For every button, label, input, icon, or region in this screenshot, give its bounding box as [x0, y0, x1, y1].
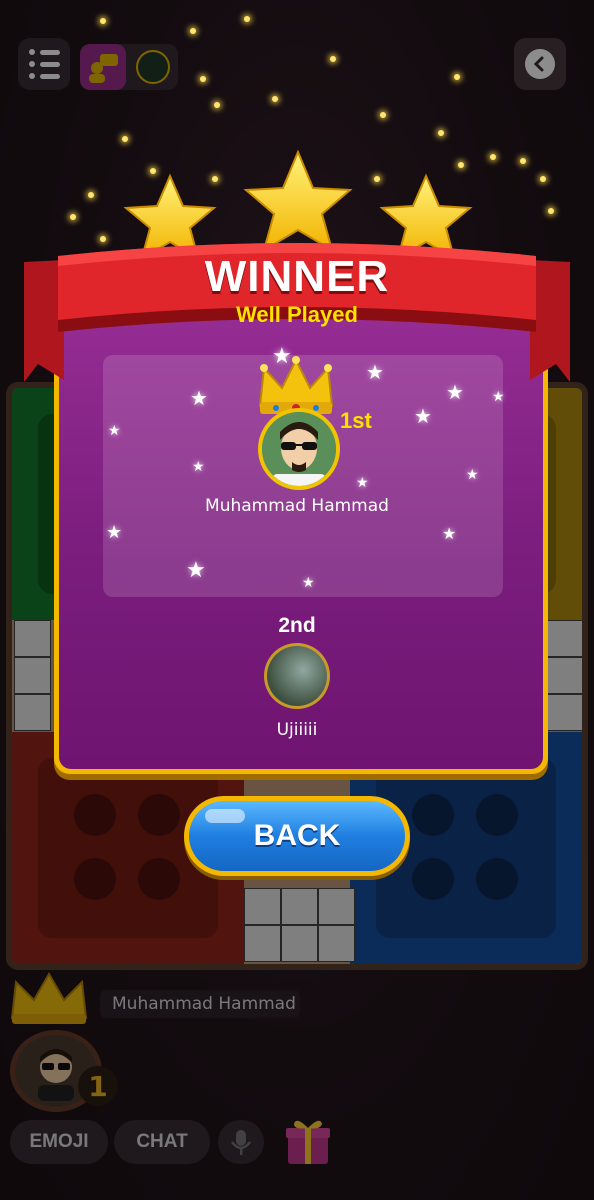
first-place-rank: 1st	[340, 408, 372, 433]
winner-subtitle: Well Played	[236, 302, 358, 327]
second-place-rank: 2nd	[278, 614, 316, 637]
second-place-avatar	[264, 643, 330, 709]
second-place-name: Ujiiiii	[276, 720, 318, 740]
first-place-name: Muhammad Hammad	[205, 496, 389, 516]
first-place-avatar	[258, 408, 340, 490]
back-button-label: BACK	[253, 819, 341, 852]
winner-title: WINNER	[204, 252, 390, 301]
back-button[interactable]: BACK	[184, 796, 410, 876]
